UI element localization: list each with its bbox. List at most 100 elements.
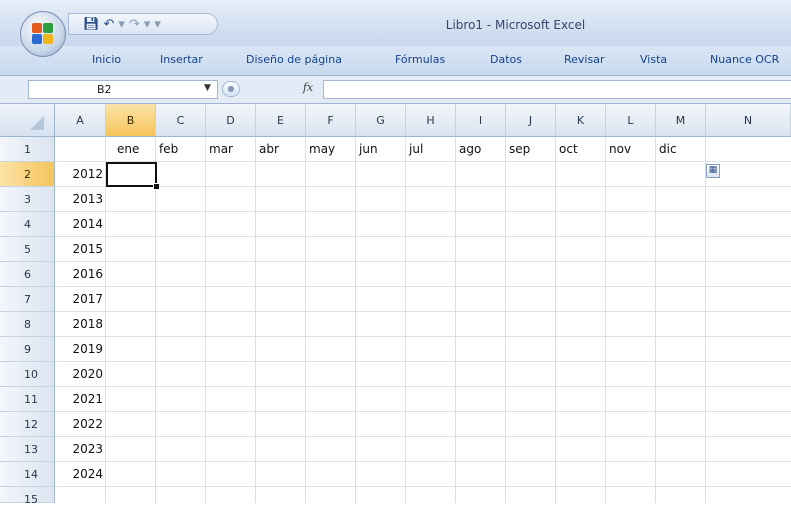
- gridline: [155, 137, 156, 503]
- column-header-j[interactable]: J: [506, 104, 556, 137]
- row-header-8[interactable]: 8: [0, 312, 55, 337]
- insert-function-button[interactable]: fx: [297, 81, 319, 98]
- cell-a7[interactable]: 2017: [55, 287, 103, 312]
- cell-h1[interactable]: jul: [409, 137, 423, 162]
- office-button[interactable]: [20, 11, 66, 57]
- gridline: [55, 186, 791, 187]
- cell-m1[interactable]: dic: [659, 137, 677, 162]
- column-header-f[interactable]: F: [306, 104, 356, 137]
- row-header-7[interactable]: 7: [0, 287, 55, 312]
- gridline: [55, 361, 791, 362]
- ribbon-tabs: Inicio Insertar Diseño de página Fórmula…: [0, 46, 791, 76]
- row-header-6[interactable]: 6: [0, 262, 55, 287]
- column-header-h[interactable]: H: [406, 104, 456, 137]
- cell-a10[interactable]: 2020: [55, 362, 103, 387]
- cell-d1[interactable]: mar: [209, 137, 233, 162]
- paste-options-icon[interactable]: ▦: [706, 164, 720, 178]
- column-header-g[interactable]: G: [356, 104, 406, 137]
- office-logo-icon: [32, 23, 54, 45]
- gridline: [55, 436, 791, 437]
- cell-k1[interactable]: oct: [559, 137, 578, 162]
- tab-formulas[interactable]: Fórmulas: [395, 53, 445, 66]
- column-header-l[interactable]: L: [606, 104, 656, 137]
- cell-a6[interactable]: 2016: [55, 262, 103, 287]
- gridline: [55, 211, 791, 212]
- row-header-2[interactable]: 2: [0, 162, 55, 187]
- cell-l1[interactable]: nov: [609, 137, 631, 162]
- cell-a4[interactable]: 2014: [55, 212, 103, 237]
- column-header-e[interactable]: E: [256, 104, 306, 137]
- row-header-1[interactable]: 1: [0, 137, 55, 162]
- window-title: Libro1 - Microsoft Excel: [445, 18, 586, 32]
- column-header-c[interactable]: C: [156, 104, 206, 137]
- cell-a14[interactable]: 2024: [55, 462, 103, 487]
- title-bar: 💾︎ ↶ ▾ ↷ ▾ ▾ Libro1 - Microsoft Excel: [0, 0, 791, 46]
- column-header-a[interactable]: A: [55, 104, 106, 137]
- row-header-4[interactable]: 4: [0, 212, 55, 237]
- column-header-b[interactable]: B: [106, 104, 156, 137]
- tab-insertar[interactable]: Insertar: [160, 53, 203, 66]
- gridline: [605, 137, 606, 503]
- gridline: [205, 137, 206, 503]
- cell-j1[interactable]: sep: [509, 137, 530, 162]
- cell-e1[interactable]: abr: [259, 137, 279, 162]
- gridline: [55, 261, 791, 262]
- cell-a2[interactable]: 2012: [55, 162, 103, 187]
- cell-b1[interactable]: ene: [117, 137, 139, 162]
- gridline: [55, 286, 791, 287]
- formula-bar-expand-icon[interactable]: ●: [222, 81, 240, 97]
- cell-a8[interactable]: 2018: [55, 312, 103, 337]
- active-cell-b2[interactable]: [106, 162, 157, 187]
- select-all-corner[interactable]: [0, 104, 55, 137]
- formula-input[interactable]: [323, 80, 791, 99]
- column-header-i[interactable]: I: [456, 104, 506, 137]
- gridline: [705, 137, 706, 503]
- cell-a3[interactable]: 2013: [55, 187, 103, 212]
- formula-bar: B2 ▼ ● fx: [0, 76, 791, 104]
- row-header-14[interactable]: 14: [0, 462, 55, 487]
- row-header-15[interactable]: 15: [0, 487, 55, 506]
- gridline: [655, 137, 656, 503]
- fill-handle[interactable]: [153, 183, 160, 190]
- gridline: [105, 137, 106, 503]
- cell-a12[interactable]: 2022: [55, 412, 103, 437]
- cell-g1[interactable]: jun: [359, 137, 378, 162]
- tab-inicio[interactable]: Inicio: [92, 53, 121, 66]
- gridline: [255, 137, 256, 503]
- cell-a5[interactable]: 2015: [55, 237, 103, 262]
- tab-vista[interactable]: Vista: [640, 53, 667, 66]
- column-header-m[interactable]: M: [656, 104, 706, 137]
- row-header-3[interactable]: 3: [0, 187, 55, 212]
- gridline: [505, 137, 506, 503]
- cell-c1[interactable]: feb: [159, 137, 178, 162]
- tab-datos[interactable]: Datos: [490, 53, 522, 66]
- tab-nuance-ocr[interactable]: Nuance OCR: [710, 53, 779, 66]
- gridline: [405, 137, 406, 503]
- name-box-dropdown-icon[interactable]: ▼: [204, 83, 211, 93]
- gridline: [355, 137, 356, 503]
- column-header-n[interactable]: N: [706, 104, 791, 137]
- cell-i1[interactable]: ago: [459, 137, 481, 162]
- gridline: [55, 386, 791, 387]
- tab-diseno-pagina[interactable]: Diseño de página: [246, 53, 342, 66]
- gridline: [55, 336, 791, 337]
- row-header-11[interactable]: 11: [0, 387, 55, 412]
- cell-a11[interactable]: 2021: [55, 387, 103, 412]
- column-header-k[interactable]: K: [556, 104, 606, 137]
- gridline: [55, 236, 791, 237]
- cell-a13[interactable]: 2023: [55, 437, 103, 462]
- gridline: [55, 461, 791, 462]
- cell-f1[interactable]: may: [309, 137, 335, 162]
- tab-revisar[interactable]: Revisar: [564, 53, 604, 66]
- name-box[interactable]: B2: [28, 80, 218, 99]
- column-header-d[interactable]: D: [206, 104, 256, 137]
- row-header-10[interactable]: 10: [0, 362, 55, 387]
- cell-a9[interactable]: 2019: [55, 337, 103, 362]
- row-header-12[interactable]: 12: [0, 412, 55, 437]
- gridline: [455, 137, 456, 503]
- gridline: [305, 137, 306, 503]
- gridline: [555, 137, 556, 503]
- row-header-5[interactable]: 5: [0, 237, 55, 262]
- row-header-13[interactable]: 13: [0, 437, 55, 462]
- row-header-9[interactable]: 9: [0, 337, 55, 362]
